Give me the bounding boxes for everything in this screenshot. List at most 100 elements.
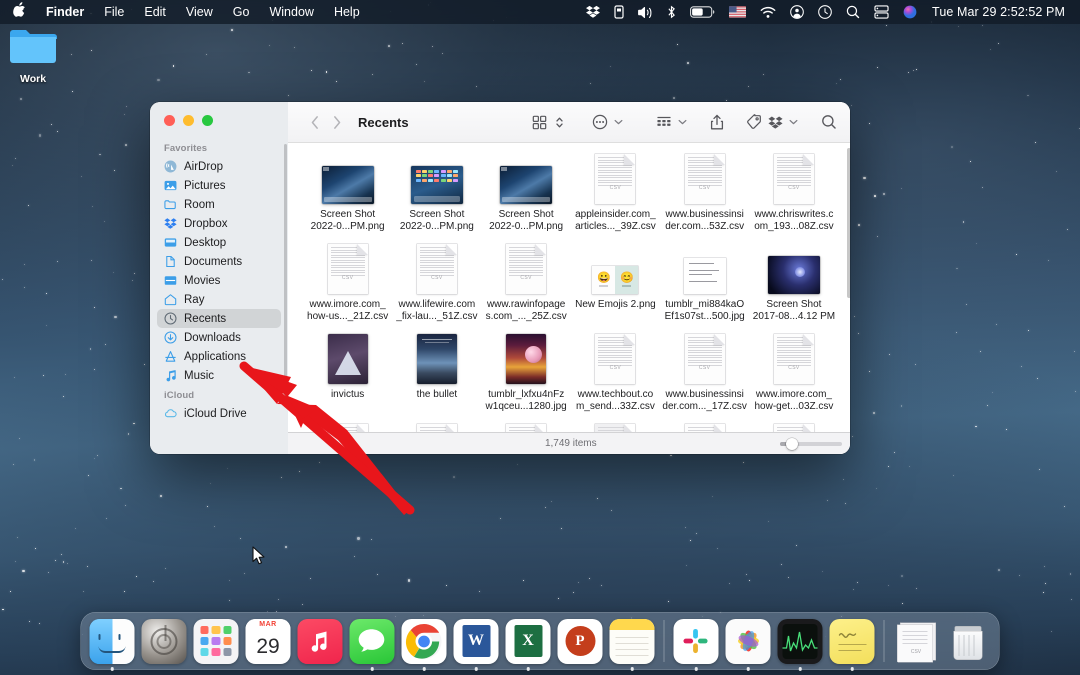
chevron-down-icon[interactable]: [789, 118, 798, 127]
dock-item-messages[interactable]: [350, 619, 395, 664]
sidebar-item-ray[interactable]: Ray: [157, 290, 281, 309]
file-item[interactable]: CSV www.techbout.com_send...33Z.csv: [572, 334, 659, 424]
finder-sidebar[interactable]: Favorites AirDrop Pictures Room Dropbox: [150, 102, 288, 454]
file-grid[interactable]: Screen Shot2022-0...PM.png Screen: [288, 142, 850, 432]
file-item[interactable]: Screen Shot2022-0...PM.png: [483, 154, 570, 244]
sidebar-item-pictures[interactable]: Pictures: [157, 176, 281, 195]
share-button[interactable]: [707, 110, 727, 134]
file-item[interactable]: 😀 😊 New Emojis 2.png: [572, 244, 659, 334]
file-item[interactable]: [750, 424, 837, 432]
close-button[interactable]: [164, 115, 175, 126]
chevron-down-icon[interactable]: [614, 118, 623, 127]
siri-icon[interactable]: [896, 0, 924, 24]
file-item[interactable]: tumblr_mi884kaOEf1s07st...500.jpg: [661, 244, 748, 334]
file-item[interactable]: [572, 424, 659, 432]
sidebar-item-airdrop[interactable]: AirDrop: [157, 157, 281, 176]
dock-item-trash[interactable]: [946, 619, 991, 664]
icon-size-slider[interactable]: [780, 442, 842, 446]
dock-item-powerpoint[interactable]: P: [558, 619, 603, 664]
time-machine-icon[interactable]: [811, 0, 839, 24]
sidebar-item-movies[interactable]: Movies: [157, 271, 281, 290]
file-item[interactable]: CSV www.businessinsider.com...53Z.csv: [661, 154, 748, 244]
bluetooth-icon[interactable]: [660, 0, 683, 24]
dock-item-excel[interactable]: X: [506, 619, 551, 664]
dock-item-activity-monitor[interactable]: [778, 619, 823, 664]
dock-item-stickies[interactable]: [830, 619, 875, 664]
apple-logo-icon[interactable]: [9, 0, 36, 24]
file-item[interactable]: CSV www.rawinfopages.com_..._25Z.csv: [483, 244, 570, 334]
wifi-icon[interactable]: [753, 0, 783, 24]
dock-item-notes[interactable]: [610, 619, 655, 664]
menu-item-help[interactable]: Help: [324, 0, 370, 24]
dock-item-photos[interactable]: [726, 619, 771, 664]
menu-item-view[interactable]: View: [176, 0, 223, 24]
menu-bar-clock[interactable]: Tue Mar 29 2:52:52 PM: [924, 5, 1069, 19]
view-icon-grid-button[interactable]: [529, 110, 550, 134]
file-item[interactable]: CSV www.businessinsider.com..._17Z.csv: [661, 334, 748, 424]
file-item[interactable]: CSV appleinsider.com_articles..._39Z.csv: [572, 154, 659, 244]
file-item[interactable]: invictus: [304, 334, 391, 424]
sidebar-item-documents[interactable]: Documents: [157, 252, 281, 271]
file-item[interactable]: the bullet: [393, 334, 480, 424]
sidebar-item-recents[interactable]: Recents: [157, 309, 281, 328]
dock[interactable]: MAR 29 W: [81, 612, 1000, 670]
volume-icon[interactable]: [631, 0, 660, 24]
action-menu-button[interactable]: [589, 110, 611, 134]
file-item[interactable]: [304, 424, 391, 432]
search-button[interactable]: [818, 110, 840, 134]
control-center-icon[interactable]: [783, 0, 811, 24]
file-item[interactable]: CSV www.imore.com_how-get...03Z.csv: [750, 334, 837, 424]
menu-item-file[interactable]: File: [94, 0, 134, 24]
menu-item-go[interactable]: Go: [223, 0, 260, 24]
menu-item-window[interactable]: Window: [259, 0, 323, 24]
dropbox-button[interactable]: [765, 110, 786, 134]
sidebar-item-applications[interactable]: Applications: [157, 347, 281, 366]
menu-item-edit[interactable]: Edit: [134, 0, 176, 24]
file-grid-scrollbar[interactable]: [847, 148, 850, 298]
file-item[interactable]: CSV www.imore.com_how-us..._21Z.csv: [304, 244, 391, 334]
tag-button[interactable]: [743, 110, 765, 134]
sidebar-item-dropbox[interactable]: Dropbox: [157, 214, 281, 233]
file-item[interactable]: CSV www.chriswrites.com_193...08Z.csv: [750, 154, 837, 244]
sidebar-scrollbar[interactable]: [284, 144, 287, 404]
menu-item-finder[interactable]: Finder: [36, 0, 94, 24]
dock-item-calendar[interactable]: MAR 29: [246, 619, 291, 664]
minimize-button[interactable]: [183, 115, 194, 126]
sidebar-item-room[interactable]: Room: [157, 195, 281, 214]
file-item[interactable]: [661, 424, 748, 432]
file-item[interactable]: Screen Shot2022-0...PM.png: [393, 154, 480, 244]
dock-item-music[interactable]: [298, 619, 343, 664]
file-item[interactable]: CSV www.lifewire.com_fix-lau..._51Z.csv: [393, 244, 480, 334]
dock-item-chrome[interactable]: [402, 619, 447, 664]
back-button[interactable]: [304, 111, 326, 133]
group-by-button[interactable]: [653, 110, 675, 134]
file-item[interactable]: Screen Shot2022-0...PM.png: [304, 154, 391, 244]
keyboard-flag-icon[interactable]: [722, 0, 753, 24]
battery-percent-icon[interactable]: [607, 0, 631, 24]
dock-item-finder[interactable]: [90, 619, 135, 664]
file-thumbnail: [417, 424, 457, 432]
view-stepper[interactable]: [552, 110, 567, 134]
forward-button[interactable]: [326, 111, 348, 133]
file-item[interactable]: Screen Shot2017-08...4.12 PM: [750, 244, 837, 334]
display-icon[interactable]: [867, 0, 896, 24]
dock-item-system-preferences[interactable]: [142, 619, 187, 664]
sidebar-item-icloud-drive[interactable]: iCloud Drive: [157, 404, 281, 423]
dock-item-launchpad[interactable]: [194, 619, 239, 664]
dropbox-icon[interactable]: [579, 0, 607, 24]
zoom-button[interactable]: [202, 115, 213, 126]
desktop-icon-work[interactable]: Work: [5, 27, 61, 85]
chevron-down-icon[interactable]: [678, 118, 687, 127]
file-item[interactable]: [393, 424, 480, 432]
file-item[interactable]: tumblr_lxfxu4nFzw1qceu...1280.jpg: [483, 334, 570, 424]
battery-icon[interactable]: [683, 0, 722, 24]
file-item[interactable]: [483, 424, 570, 432]
sidebar-item-desktop[interactable]: Desktop: [157, 233, 281, 252]
dock-item-downloads-stack[interactable]: CSV: [894, 619, 939, 664]
sidebar-item-music[interactable]: Music: [157, 366, 281, 385]
dock-item-word[interactable]: W: [454, 619, 499, 664]
sidebar-item-downloads[interactable]: Downloads: [157, 328, 281, 347]
finder-window[interactable]: Favorites AirDrop Pictures Room Dropbox: [150, 102, 850, 454]
spotlight-search-icon[interactable]: [839, 0, 867, 24]
dock-item-slack[interactable]: [674, 619, 719, 664]
